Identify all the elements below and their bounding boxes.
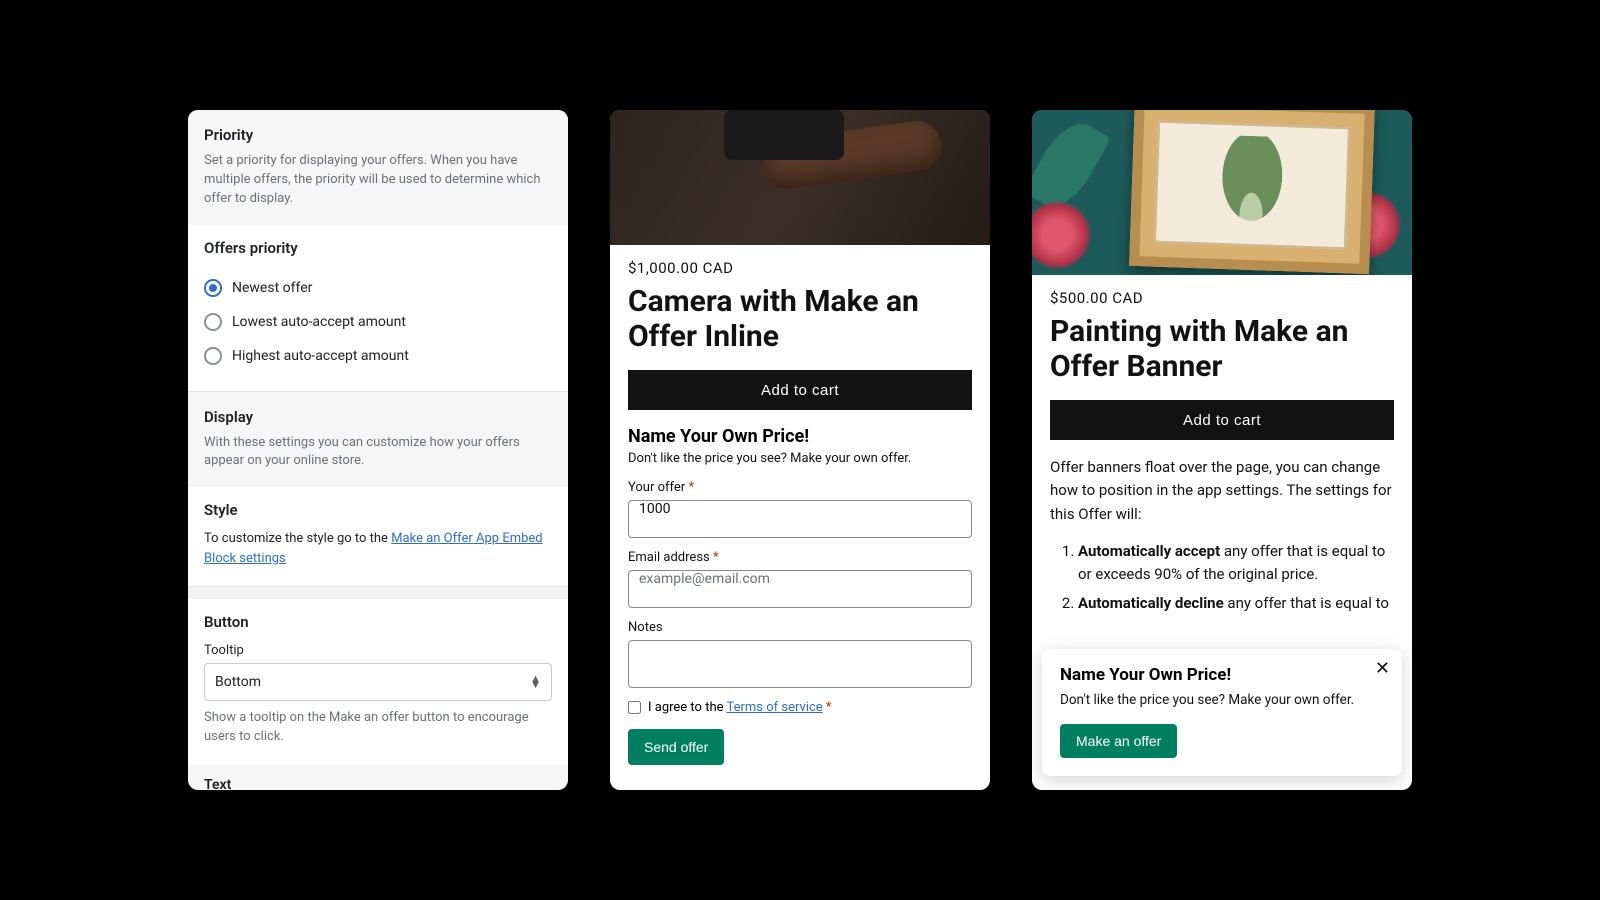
required-icon: * xyxy=(713,550,719,565)
list-item: Automatically accept any offer that is e… xyxy=(1078,540,1394,587)
radio-icon xyxy=(204,347,222,365)
radio-label: Highest auto-accept amount xyxy=(232,348,409,364)
email-input[interactable]: example@email.com xyxy=(628,570,972,608)
close-icon[interactable]: ✕ xyxy=(1375,659,1390,677)
rule-emphasis: Automatically decline xyxy=(1078,594,1224,612)
banner-description: Offer banners float over the page, you c… xyxy=(1050,456,1394,526)
add-to-cart-button[interactable]: Add to cart xyxy=(628,370,972,410)
send-offer-button[interactable]: Send offer xyxy=(628,729,724,765)
label-text: Your offer xyxy=(628,480,685,495)
product-preview-banner: $500.00 CAD Painting with Make an Offer … xyxy=(1032,110,1412,790)
make-an-offer-button[interactable]: Make an offer xyxy=(1060,724,1177,758)
your-offer-input[interactable]: 1000 xyxy=(628,500,972,538)
terms-checkbox-row[interactable]: I agree to the Terms of service * xyxy=(628,700,972,715)
terms-of-service-link[interactable]: Terms of service xyxy=(726,700,822,715)
required-icon: * xyxy=(826,700,832,715)
tooltip-field-label: Tooltip xyxy=(204,643,552,658)
radio-newest-offer[interactable]: Newest offer xyxy=(204,271,552,305)
display-description: With these settings you can customize ho… xyxy=(204,434,552,472)
notes-textarea[interactable] xyxy=(628,640,972,688)
label-text: Email address xyxy=(628,550,710,565)
product-price: $1,000.00 CAD xyxy=(628,259,972,277)
offer-float-banner: ✕ Name Your Own Price! Don't like the pr… xyxy=(1042,649,1402,776)
product-preview-inline: $1,000.00 CAD Camera with Make an Offer … xyxy=(610,110,990,790)
select-value: Bottom xyxy=(215,674,261,690)
radio-label: Newest offer xyxy=(232,280,312,296)
product-image xyxy=(1032,110,1412,275)
style-section: Style To customize the style go to the M… xyxy=(188,487,568,587)
your-offer-label: Your offer * xyxy=(628,480,972,495)
product-price: $500.00 CAD xyxy=(1050,289,1394,307)
terms-checkbox[interactable] xyxy=(628,701,641,714)
chevron-updown-icon: ▲▼ xyxy=(530,676,541,689)
offer-rules-list: Automatically accept any offer that is e… xyxy=(1050,540,1394,616)
radio-lowest-auto-accept[interactable]: Lowest auto-accept amount xyxy=(204,305,552,339)
priority-section-header: Priority Set a priority for displaying y… xyxy=(188,110,568,225)
product-title: Camera with Make an Offer Inline xyxy=(628,285,972,354)
product-image xyxy=(610,110,990,245)
settings-panel: Priority Set a priority for displaying y… xyxy=(188,110,568,790)
display-section-header: Display With these settings you can cust… xyxy=(188,392,568,488)
notes-label: Notes xyxy=(628,620,972,635)
radio-icon xyxy=(204,313,222,331)
email-label: Email address * xyxy=(628,550,972,565)
section-divider xyxy=(188,587,568,599)
radio-icon xyxy=(204,279,222,297)
rule-emphasis: Automatically accept xyxy=(1078,542,1220,560)
radio-label: Lowest auto-accept amount xyxy=(232,314,406,330)
radio-highest-auto-accept[interactable]: Highest auto-accept amount xyxy=(204,339,552,373)
offer-subheading: Don't like the price you see? Make your … xyxy=(628,451,972,466)
offer-heading: Name Your Own Price! xyxy=(628,426,972,447)
tooltip-position-select[interactable]: Bottom ▲▼ xyxy=(204,663,552,701)
required-icon: * xyxy=(688,480,694,495)
priority-description: Set a priority for displaying your offer… xyxy=(204,152,552,209)
style-title: Style xyxy=(204,501,552,519)
rule-text: any offer that is equal to xyxy=(1224,594,1389,612)
terms-text: I agree to the Terms of service * xyxy=(648,700,832,715)
offers-priority-label: Offers priority xyxy=(204,239,552,257)
button-section: Button Tooltip Bottom ▲▼ Show a tooltip … xyxy=(188,599,568,765)
float-subheading: Don't like the price you see? Make your … xyxy=(1060,691,1384,710)
display-title: Display xyxy=(204,408,552,426)
text-section-title: Text xyxy=(188,765,568,790)
button-title: Button xyxy=(204,613,552,631)
priority-options: Offers priority Newest offer Lowest auto… xyxy=(188,225,568,392)
product-title: Painting with Make an Offer Banner xyxy=(1050,315,1394,384)
style-help: To customize the style go to the Make an… xyxy=(204,529,552,568)
tooltip-help-text: Show a tooltip on the Make an offer butt… xyxy=(204,709,552,747)
list-item: Automatically decline any offer that is … xyxy=(1078,592,1394,615)
style-lead-text: To customize the style go to the xyxy=(204,531,391,546)
agree-prefix: I agree to the xyxy=(648,700,726,715)
float-heading: Name Your Own Price! xyxy=(1060,665,1384,685)
add-to-cart-button[interactable]: Add to cart xyxy=(1050,400,1394,440)
priority-title: Priority xyxy=(204,126,552,144)
